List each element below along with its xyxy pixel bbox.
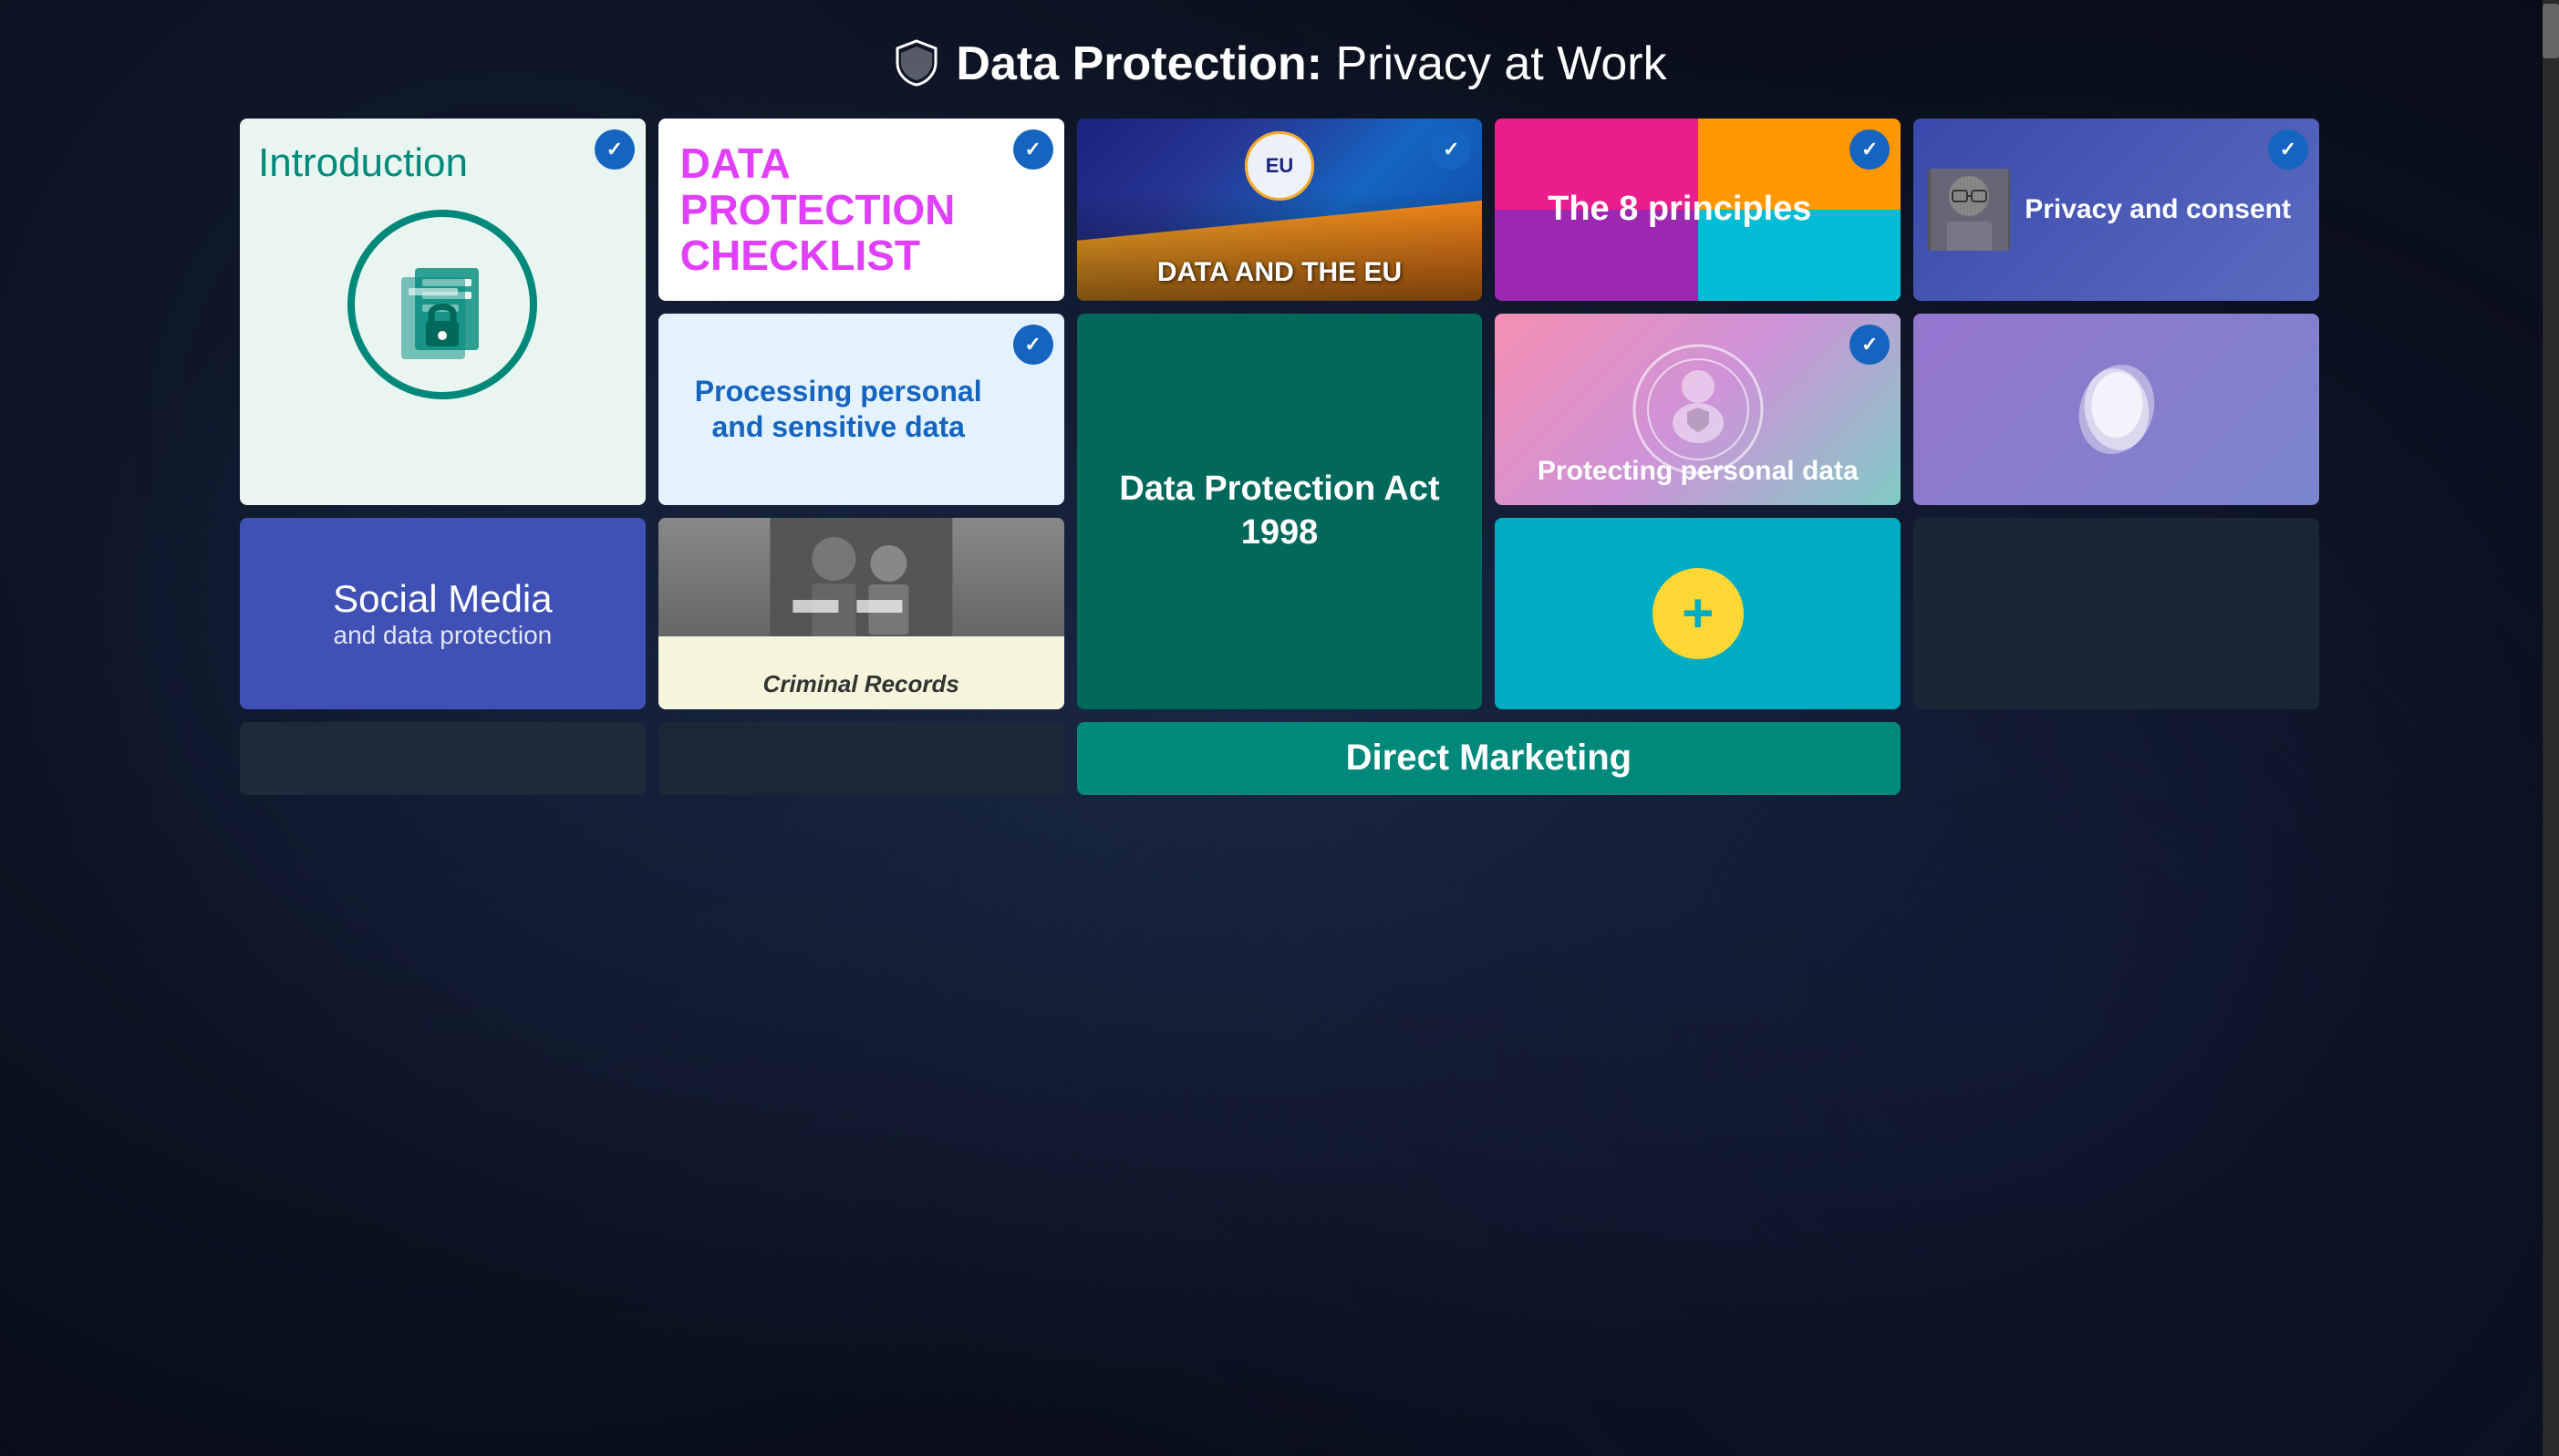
- eu-card-title: DATA AND THE EU: [1077, 244, 1483, 301]
- principles-title: The 8 principles: [1539, 190, 1857, 229]
- dpa-title: Data Protection Act 1998: [1095, 468, 1465, 554]
- blob-illustration: [2062, 355, 2171, 464]
- social-title: Social Media: [333, 577, 552, 621]
- processing-title: Processing personal and sensitive data: [677, 374, 1046, 444]
- card-processing[interactable]: Processing personal and sensitive data: [658, 314, 1064, 505]
- page-header: Data Protection: Privacy at Work: [0, 0, 2559, 119]
- card-privacy[interactable]: Privacy and consent: [1913, 119, 2319, 301]
- card-blob[interactable]: [1913, 314, 2319, 505]
- introduction-illustration: [240, 195, 646, 414]
- criminal-title: Criminal Records: [763, 670, 959, 698]
- check-badge-principles: [1849, 129, 1890, 170]
- criminal-photo: [658, 518, 1064, 636]
- card-protecting[interactable]: Protecting personal data: [1495, 314, 1901, 505]
- introduction-title: Introduction: [258, 140, 468, 185]
- page-title: Data Protection: Privacy at Work: [956, 36, 1666, 91]
- card-principles[interactable]: The 8 principles: [1495, 119, 1901, 301]
- card-social[interactable]: Social Media and data protection: [240, 518, 646, 709]
- social-subtitle: and data protection: [333, 621, 552, 650]
- check-badge-protecting: [1849, 325, 1890, 365]
- privacy-person-thumbnail: [1928, 169, 2010, 251]
- card-introduction[interactable]: Introduction: [240, 119, 646, 505]
- card-eu[interactable]: EU DATA AND THE EU: [1077, 119, 1483, 301]
- add-plus-circle: +: [1652, 568, 1744, 659]
- checklist-title: DATA PROTECTION CHECKLIST: [680, 140, 1042, 279]
- card-bottom-3[interactable]: [658, 722, 1064, 795]
- direct-title: Direct Marketing: [1346, 738, 1632, 779]
- card-bottom-1[interactable]: [1913, 518, 2319, 709]
- protecting-title: Protecting personal data: [1538, 456, 1859, 487]
- privacy-title: Privacy and consent: [2025, 193, 2305, 226]
- card-checklist[interactable]: DATA PROTECTION CHECKLIST: [658, 119, 1064, 301]
- check-badge-checklist: [1013, 129, 1053, 170]
- card-add[interactable]: +: [1495, 518, 1901, 709]
- check-badge-privacy: [2268, 129, 2308, 170]
- card-criminal[interactable]: Criminal Records: [658, 518, 1064, 709]
- shield-icon: [892, 37, 941, 91]
- card-bottom-2[interactable]: [240, 722, 646, 795]
- card-dpa[interactable]: Data Protection Act 1998: [1077, 314, 1483, 709]
- card-direct[interactable]: Direct Marketing: [1077, 722, 1901, 795]
- check-badge-introduction: [595, 129, 635, 170]
- check-badge-processing: [1013, 325, 1053, 365]
- course-grid: Introduction DATA PROTECTI: [185, 119, 2374, 850]
